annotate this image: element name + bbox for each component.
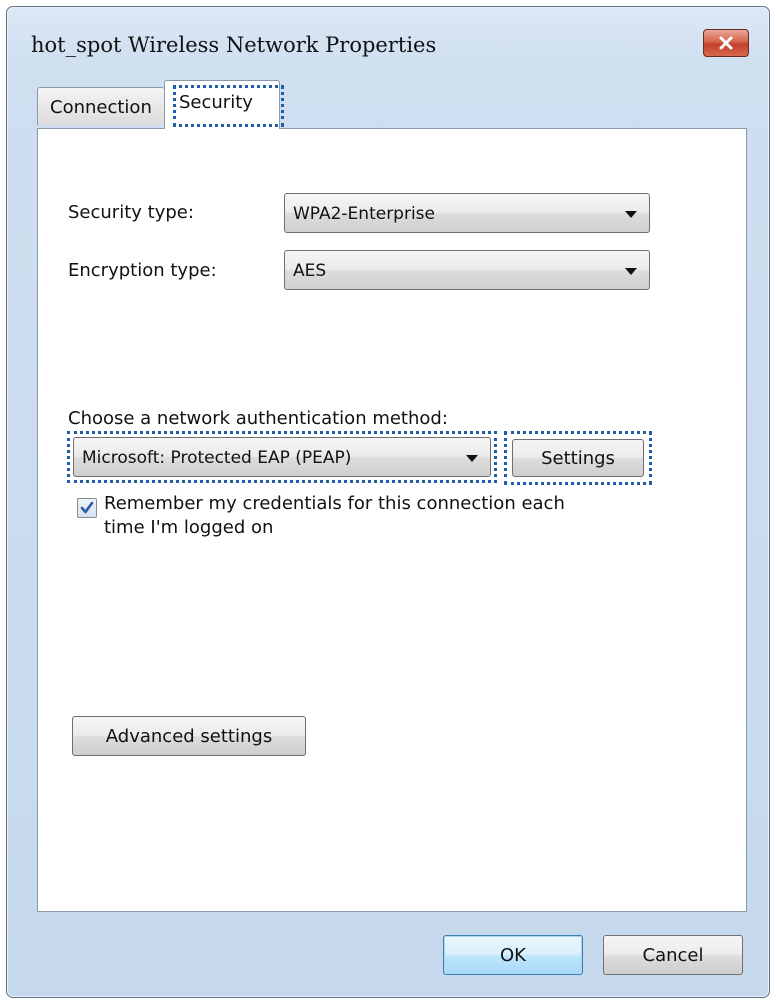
auth-method-value: Microsoft: Protected EAP (PEAP)	[82, 448, 352, 468]
security-type-label: Security type:	[68, 202, 194, 223]
remember-credentials-label-line1: Remember my credentials for this connect…	[104, 493, 565, 514]
chevron-down-icon	[466, 455, 478, 462]
encryption-type-label: Encryption type:	[68, 260, 217, 281]
tab-connection[interactable]: Connection	[37, 87, 165, 125]
encryption-type-dropdown[interactable]: AES	[284, 250, 650, 290]
chevron-down-icon	[625, 268, 637, 275]
security-type-value: WPA2-Enterprise	[293, 204, 436, 224]
remember-credentials-checkbox[interactable]	[77, 498, 97, 518]
cancel-button[interactable]: Cancel	[603, 935, 743, 975]
ok-button[interactable]: OK	[443, 935, 583, 975]
auth-method-dropdown[interactable]: Microsoft: Protected EAP (PEAP)	[73, 437, 491, 477]
auth-method-label: Choose a network authentication method:	[68, 408, 448, 429]
settings-button-label: Settings	[541, 447, 615, 469]
close-button[interactable]	[703, 29, 749, 57]
window-title: hot_spot Wireless Network Properties	[31, 33, 437, 57]
tab-security[interactable]: Security	[164, 80, 280, 129]
chevron-down-icon	[625, 211, 637, 218]
tab-security-label: Security	[179, 92, 253, 113]
close-icon	[718, 36, 734, 50]
encryption-type-value: AES	[293, 261, 327, 281]
properties-dialog: hot_spot Wireless Network Properties Con…	[6, 6, 770, 998]
security-type-dropdown[interactable]: WPA2-Enterprise	[284, 193, 650, 233]
security-tab-panel: Security type: WPA2-Enterprise Encryptio…	[37, 128, 747, 912]
advanced-settings-button[interactable]: Advanced settings	[72, 716, 306, 756]
ok-button-label: OK	[500, 944, 526, 966]
tab-connection-label: Connection	[50, 97, 152, 118]
title-bar[interactable]: hot_spot Wireless Network Properties	[7, 7, 769, 77]
remember-credentials-label-line2: time I'm logged on	[104, 517, 274, 538]
cancel-button-label: Cancel	[642, 944, 704, 966]
advanced-settings-button-label: Advanced settings	[105, 725, 273, 747]
settings-button[interactable]: Settings	[512, 439, 644, 477]
